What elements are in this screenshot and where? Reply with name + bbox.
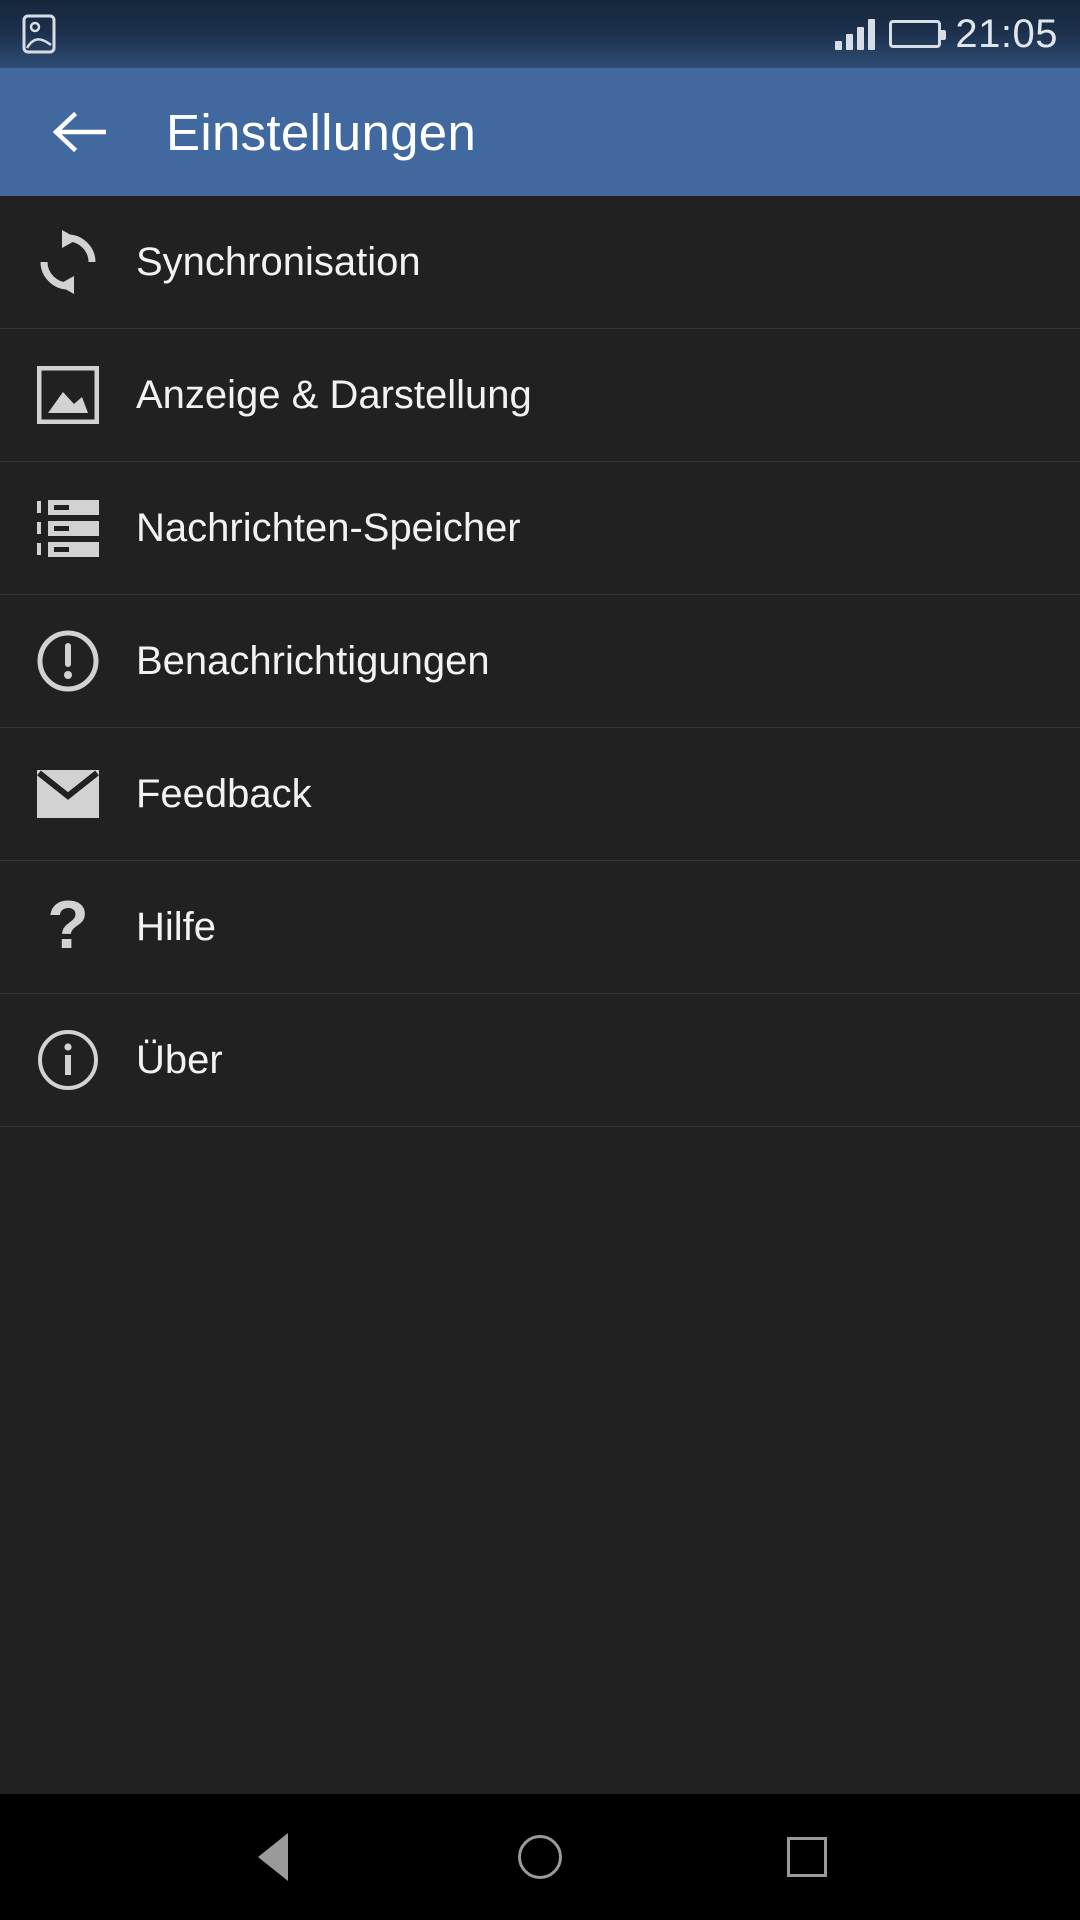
list-item-nachrichten-speicher[interactable]: Nachrichten-Speicher bbox=[0, 462, 1080, 595]
nav-home-icon[interactable] bbox=[495, 1812, 585, 1902]
list-item-anzeige-darstellung[interactable]: Anzeige & Darstellung bbox=[0, 329, 1080, 462]
nav-back-icon[interactable] bbox=[228, 1812, 318, 1902]
question-mark-icon: ? bbox=[47, 887, 89, 963]
status-bar-indicators: 21:05 bbox=[835, 14, 1058, 54]
page-title: Einstellungen bbox=[166, 103, 477, 161]
sync-icon bbox=[0, 229, 136, 295]
back-arrow-icon[interactable] bbox=[52, 105, 106, 159]
list-item-hilfe[interactable]: ? Hilfe bbox=[0, 861, 1080, 994]
status-bar-clock: 21:05 bbox=[955, 12, 1058, 56]
status-bar: 21:05 bbox=[0, 0, 1080, 68]
envelope-icon bbox=[0, 769, 136, 819]
list-item-label: Über bbox=[136, 1038, 223, 1082]
list-item-ueber[interactable]: Über bbox=[0, 994, 1080, 1127]
nav-recents-icon[interactable] bbox=[762, 1812, 852, 1902]
app-bar: Einstellungen bbox=[0, 68, 1080, 196]
list-item-label: Feedback bbox=[136, 772, 312, 816]
storage-icon bbox=[0, 499, 136, 557]
status-bar-notifications bbox=[22, 14, 835, 54]
gallery-image-icon bbox=[22, 14, 56, 54]
list-item-label: Hilfe bbox=[136, 905, 217, 949]
list-item-label: Synchronisation bbox=[136, 240, 421, 284]
image-icon bbox=[0, 366, 136, 424]
list-item-label: Benachrichtigungen bbox=[136, 639, 490, 683]
list-item-label: Nachrichten-Speicher bbox=[136, 506, 521, 550]
list-item-label: Anzeige & Darstellung bbox=[136, 373, 532, 417]
signal-bars-icon bbox=[835, 18, 876, 50]
info-circle-icon bbox=[0, 1028, 136, 1092]
phone-screen: 21:05 Einstellungen Synchronisation Anze… bbox=[0, 0, 1080, 1920]
list-item-feedback[interactable]: Feedback bbox=[0, 728, 1080, 861]
alert-circle-icon bbox=[0, 629, 136, 693]
list-item-benachrichtigungen[interactable]: Benachrichtigungen bbox=[0, 595, 1080, 728]
settings-list: Synchronisation Anzeige & Darstellung Na… bbox=[0, 196, 1080, 1794]
list-item-synchronisation[interactable]: Synchronisation bbox=[0, 196, 1080, 329]
navigation-bar bbox=[0, 1794, 1080, 1920]
battery-icon bbox=[889, 20, 947, 48]
